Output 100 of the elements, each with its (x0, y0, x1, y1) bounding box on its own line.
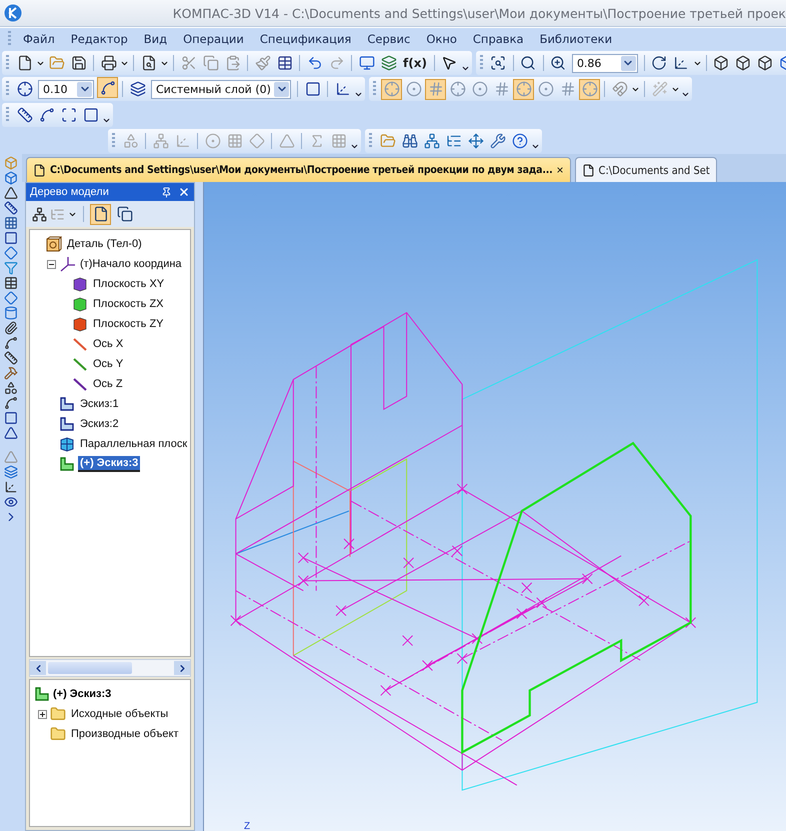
menu-item[interactable]: Файл (15, 30, 63, 48)
help-cursor-icon[interactable] (441, 55, 458, 71)
menu-item[interactable]: Окно (418, 30, 465, 48)
tree-item[interactable]: Ось Y (91, 357, 126, 371)
overflow-icon[interactable] (531, 142, 540, 151)
close-icon[interactable] (178, 186, 190, 198)
close-button[interactable]: × (556, 163, 564, 177)
folder-icon[interactable] (380, 133, 396, 149)
sketch-title: (+) Эскиз:3 (53, 688, 112, 700)
tree-item[interactable]: Ось Z (91, 377, 125, 391)
tree-item[interactable]: Производные объект (69, 727, 181, 741)
ruler-icon[interactable] (4, 201, 18, 215)
menu-item[interactable]: Редактор (62, 30, 136, 48)
step-field[interactable]: 0.10 (38, 80, 94, 98)
menu-item[interactable]: Библиотеки (532, 30, 620, 48)
layers-icon[interactable] (380, 55, 396, 71)
cube-icon[interactable] (735, 55, 752, 71)
copy-icon[interactable] (202, 55, 218, 71)
menu-item[interactable]: Сервис (359, 30, 418, 48)
axes-icon[interactable] (673, 55, 690, 71)
overflow-icon[interactable] (681, 90, 690, 99)
printer-icon[interactable] (100, 55, 116, 71)
horizontal-scrollbar[interactable] (29, 659, 191, 677)
axes-icon[interactable] (334, 81, 350, 97)
help-icon[interactable] (512, 133, 528, 149)
frame-icon[interactable] (60, 107, 76, 123)
tree-item[interactable]: Деталь (Тел-0) (65, 237, 144, 251)
menu-item[interactable]: Вид (136, 30, 176, 48)
list-tree-icon[interactable] (446, 133, 462, 149)
overflow-icon[interactable] (354, 90, 363, 99)
overflow-icon[interactable] (460, 64, 470, 73)
ruler-icon[interactable] (4, 351, 18, 365)
document-icon (33, 164, 46, 176)
hammer-icon[interactable] (4, 366, 18, 380)
tree-item[interactable]: (т)Начало координа (78, 257, 184, 271)
overflow-icon[interactable] (102, 116, 111, 125)
wrench-icon[interactable] (490, 133, 506, 149)
folder-icon (50, 706, 66, 722)
file-icon[interactable] (16, 55, 32, 71)
tree-item[interactable]: (+) Эскиз:3 (78, 456, 140, 472)
document-icon (582, 164, 595, 176)
diamond-icon[interactable] (4, 291, 18, 305)
brush-icon[interactable] (254, 55, 270, 71)
collapse-icon[interactable] (47, 260, 56, 268)
menu-item[interactable]: Операции (175, 30, 252, 48)
sketch-icon[interactable] (4, 411, 18, 425)
document-tab[interactable]: C:\Documents and Settings\user\Мои документы\Построение третьей проекции по двум зада... × (26, 157, 571, 182)
network-icon[interactable] (424, 133, 440, 149)
menu-item[interactable]: Спецификация (252, 30, 360, 48)
view-mode-icon[interactable] (116, 206, 132, 222)
table-icon[interactable] (276, 55, 292, 71)
grid-icon[interactable] (4, 216, 18, 230)
layer-field[interactable]: Системный слой (0) (151, 80, 291, 98)
search-icon[interactable] (520, 55, 536, 71)
sketch-icon[interactable] (304, 81, 320, 97)
cube-icon[interactable] (713, 55, 730, 71)
overflow-icon[interactable] (350, 142, 359, 151)
plane-icon[interactable] (4, 465, 18, 479)
undo-icon[interactable] (306, 55, 322, 71)
preview-icon[interactable] (140, 55, 156, 71)
scale-field[interactable]: 0.86 (572, 54, 638, 72)
tree-item[interactable]: Эскиз:2 (78, 417, 121, 431)
diamond-icon[interactable] (4, 246, 18, 260)
part-icon (46, 236, 62, 252)
square-icon[interactable] (4, 231, 18, 245)
pin-icon[interactable] (161, 186, 172, 198)
tree-item[interactable]: Эскиз:1 (78, 397, 121, 411)
paperclip-icon[interactable] (4, 321, 18, 335)
rotate-icon[interactable] (651, 55, 668, 71)
shapes-icon[interactable] (4, 381, 18, 395)
document-tab[interactable]: C:\Documents and Set (574, 157, 717, 182)
tree-item[interactable]: Плоскость ZY (91, 317, 166, 331)
menu-item[interactable]: Справка (464, 30, 532, 48)
model-viewport[interactable]: Z (203, 182, 786, 831)
formula-button[interactable]: f(x) (400, 56, 430, 70)
paste-icon[interactable] (224, 55, 240, 71)
axes-icon[interactable] (4, 480, 18, 494)
expand-icon[interactable] (38, 710, 47, 718)
scissors-icon[interactable] (180, 55, 196, 71)
tree-item[interactable]: Ось X (91, 337, 126, 351)
view-mode-icon[interactable] (92, 206, 108, 222)
tree-item[interactable]: Плоскость XY (91, 277, 166, 291)
table-icon[interactable] (4, 276, 18, 290)
axes-icon (59, 256, 75, 272)
tree-structure-icon[interactable] (32, 206, 47, 222)
tree-item[interactable]: Плоскость ZX (91, 297, 166, 311)
binoculars-icon[interactable] (402, 133, 418, 149)
cube-icon[interactable] (757, 55, 774, 71)
cylinder-icon[interactable] (4, 306, 18, 320)
zoom-window-icon[interactable] (490, 55, 506, 71)
tree-item[interactable]: Параллельная плоск (78, 437, 190, 451)
view-icon[interactable] (4, 495, 18, 509)
curve-icon[interactable] (4, 336, 18, 350)
zoom-in-icon[interactable] (550, 55, 566, 71)
move-icon[interactable] (468, 133, 484, 149)
monitor-icon[interactable] (358, 55, 374, 71)
plane-icon (59, 436, 75, 452)
tree-item[interactable]: Исходные объекты (69, 707, 170, 721)
rectangle-icon[interactable] (82, 107, 98, 123)
layers-icon[interactable] (130, 81, 146, 97)
